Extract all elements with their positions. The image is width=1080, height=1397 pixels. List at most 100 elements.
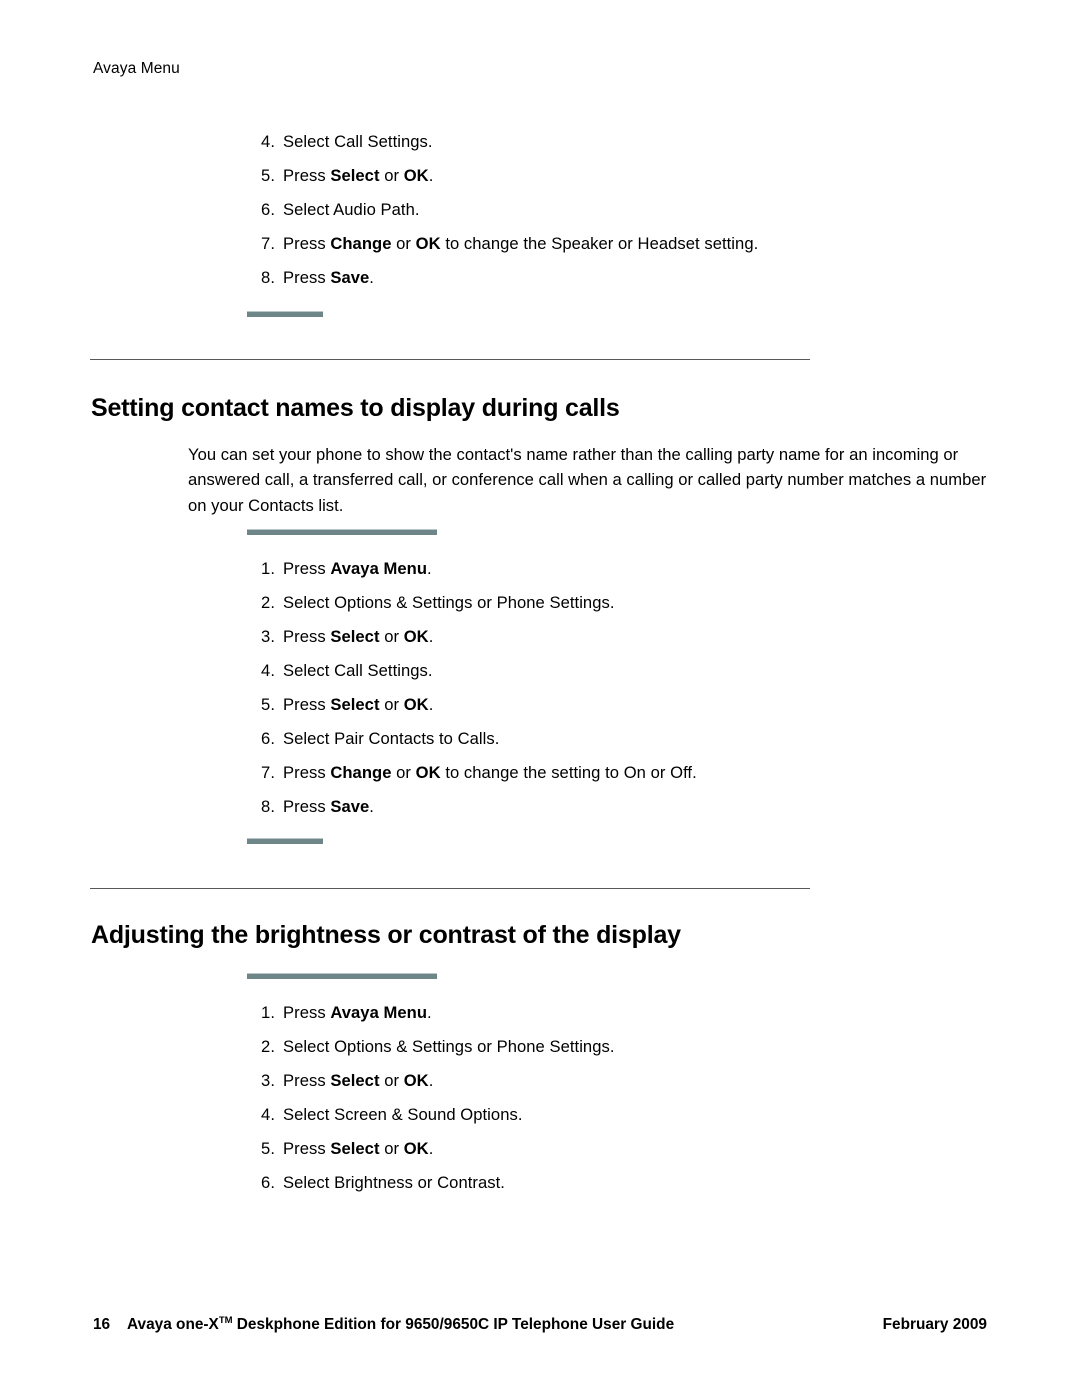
- footer-title-rest: Deskphone Edition for 9650/9650C IP Tele…: [232, 1316, 675, 1333]
- step-emphasis: OK: [415, 234, 441, 253]
- step-emphasis: Change: [330, 234, 392, 253]
- procedure-list-contact-names: 1. Press Avaya Menu. 2. Select Options & Se…: [253, 552, 1013, 824]
- step-number: 6.: [261, 729, 275, 748]
- step-text-run: Select Call Settings.: [283, 132, 433, 151]
- step-text-run: or: [379, 1139, 404, 1158]
- section-heading-brightness-contrast: Adjusting the brightness or contrast of …: [91, 920, 681, 949]
- step-text-run: Select Screen & Sound Options.: [283, 1105, 523, 1124]
- procedure-step: 6. Select Audio Path.: [253, 193, 1013, 227]
- step-emphasis: OK: [403, 627, 429, 646]
- step-number: 2.: [261, 1037, 275, 1056]
- procedure-step: 4. Select Screen & Sound Options.: [253, 1098, 1013, 1132]
- procedure-step: 6. Select Brightness or Contrast.: [253, 1166, 1013, 1200]
- section-end-rule-1: [247, 311, 323, 317]
- step-text-run: .: [428, 627, 434, 646]
- step-text-run: Select Audio Path.: [283, 200, 420, 219]
- step-text-run: Press: [283, 695, 331, 714]
- step-text: Press Save.: [283, 268, 374, 287]
- step-number: 5.: [261, 166, 275, 185]
- step-number: 8.: [261, 268, 275, 287]
- footer-page-number: 16: [93, 1316, 111, 1333]
- step-number: 1.: [261, 1003, 275, 1022]
- step-text-run: Press: [283, 234, 331, 253]
- procedure-step: 4. Select Call Settings.: [253, 125, 1013, 159]
- step-text-run: Select Brightness or Contrast.: [283, 1173, 505, 1192]
- step-text-run: Press: [283, 763, 331, 782]
- step-emphasis: OK: [403, 1071, 429, 1090]
- step-text: Select Screen & Sound Options.: [283, 1105, 522, 1124]
- footer-document-title: Avaya one-XTM Deskphone Edition for 9650…: [127, 1315, 674, 1335]
- step-number: 3.: [261, 627, 275, 646]
- step-emphasis: OK: [403, 1139, 429, 1158]
- step-text-run: .: [369, 268, 374, 287]
- step-text-run: .: [428, 695, 434, 714]
- heading-rule-2: [90, 888, 810, 889]
- step-text-run: or: [379, 627, 404, 646]
- step-number: 1.: [261, 559, 275, 578]
- step-text-run: Press: [283, 1139, 331, 1158]
- step-text: Press Select or OK.: [283, 1071, 433, 1090]
- procedure-step: 3. Press Select or OK.: [253, 620, 1013, 654]
- procedure-step: 7. Press Change or OK to change the setti…: [253, 756, 1013, 790]
- step-text-run: Press: [283, 559, 331, 578]
- section-end-rule-2: [247, 838, 323, 844]
- running-header: Avaya Menu: [93, 60, 180, 77]
- step-text: Press Select or OK.: [283, 1139, 433, 1158]
- step-emphasis: OK: [403, 166, 429, 185]
- step-text: Select Options & Settings or Phone Setti…: [283, 593, 615, 612]
- step-text-run: Select Call Settings.: [283, 661, 433, 680]
- step-text-run: .: [427, 1003, 432, 1022]
- procedure-step: 2. Select Options & Settings or Phone Set…: [253, 586, 1013, 620]
- step-text-run: or: [391, 234, 416, 253]
- step-number: 6.: [261, 1173, 275, 1192]
- step-text: Press Avaya Menu.: [283, 559, 432, 578]
- procedure-step: 5. Press Select or OK.: [253, 159, 1013, 193]
- procedure-start-rule-2: [247, 529, 437, 535]
- procedure-step: 4. Select Call Settings.: [253, 654, 1013, 688]
- step-text: Press Change or OK to change the Speaker…: [283, 234, 758, 253]
- step-emphasis: Select: [330, 627, 380, 646]
- step-text: Press Select or OK.: [283, 166, 433, 185]
- step-emphasis: Save: [330, 797, 370, 816]
- procedure-step: 3. Press Select or OK.: [253, 1064, 1013, 1098]
- step-text-run: Press: [283, 166, 331, 185]
- step-number: 7.: [261, 234, 275, 253]
- procedure-step: 1. Press Avaya Menu.: [253, 996, 1013, 1030]
- procedure-step: 1. Press Avaya Menu.: [253, 552, 1013, 586]
- step-text: Select Call Settings.: [283, 132, 433, 151]
- procedure-step: 5. Press Select or OK.: [253, 1132, 1013, 1166]
- step-text-run: Press: [283, 268, 331, 287]
- step-text-run: Press: [283, 1003, 331, 1022]
- step-emphasis: Save: [330, 268, 370, 287]
- procedure-start-rule-3: [247, 973, 437, 979]
- procedure-list-audio-path: 4. Select Call Settings. 5. Press Select or…: [253, 125, 1013, 295]
- step-emphasis: OK: [403, 695, 429, 714]
- step-text: Select Call Settings.: [283, 661, 433, 680]
- step-number: 4.: [261, 1105, 275, 1124]
- step-text-run: .: [428, 166, 434, 185]
- step-text: Press Change or OK to change the setting…: [283, 763, 697, 782]
- procedure-step: 5. Press Select or OK.: [253, 688, 1013, 722]
- procedure-list-brightness-contrast: 1. Press Avaya Menu. 2. Select Options & Se…: [253, 996, 1013, 1200]
- step-number: 6.: [261, 200, 275, 219]
- step-text-run: .: [428, 1139, 434, 1158]
- step-number: 5.: [261, 1139, 275, 1158]
- procedure-step: 8. Press Save.: [253, 790, 1013, 824]
- step-text: Select Options & Settings or Phone Setti…: [283, 1037, 615, 1056]
- step-number: 3.: [261, 1071, 275, 1090]
- step-text-run: or: [379, 695, 404, 714]
- step-text-run: Select Options & Settings or Phone Setti…: [283, 1037, 615, 1056]
- step-number: 7.: [261, 763, 275, 782]
- page-footer: 16 Avaya one-XTM Deskphone Edition for 96…: [93, 1315, 987, 1335]
- step-number: 8.: [261, 797, 275, 816]
- step-emphasis: Avaya Menu: [330, 1003, 428, 1022]
- step-text-run: .: [428, 1071, 434, 1090]
- section-paragraph-contact-names: You can set your phone to show the conta…: [188, 444, 987, 515]
- step-text: Press Save.: [283, 797, 374, 816]
- step-emphasis: Select: [330, 166, 380, 185]
- step-text-run: Select Options & Settings or Phone Setti…: [283, 593, 615, 612]
- step-text-run: or: [379, 166, 404, 185]
- step-text-run: to change the setting to On or Off.: [440, 763, 697, 782]
- step-text-run: Press: [283, 1071, 331, 1090]
- step-text-run: Press: [283, 627, 331, 646]
